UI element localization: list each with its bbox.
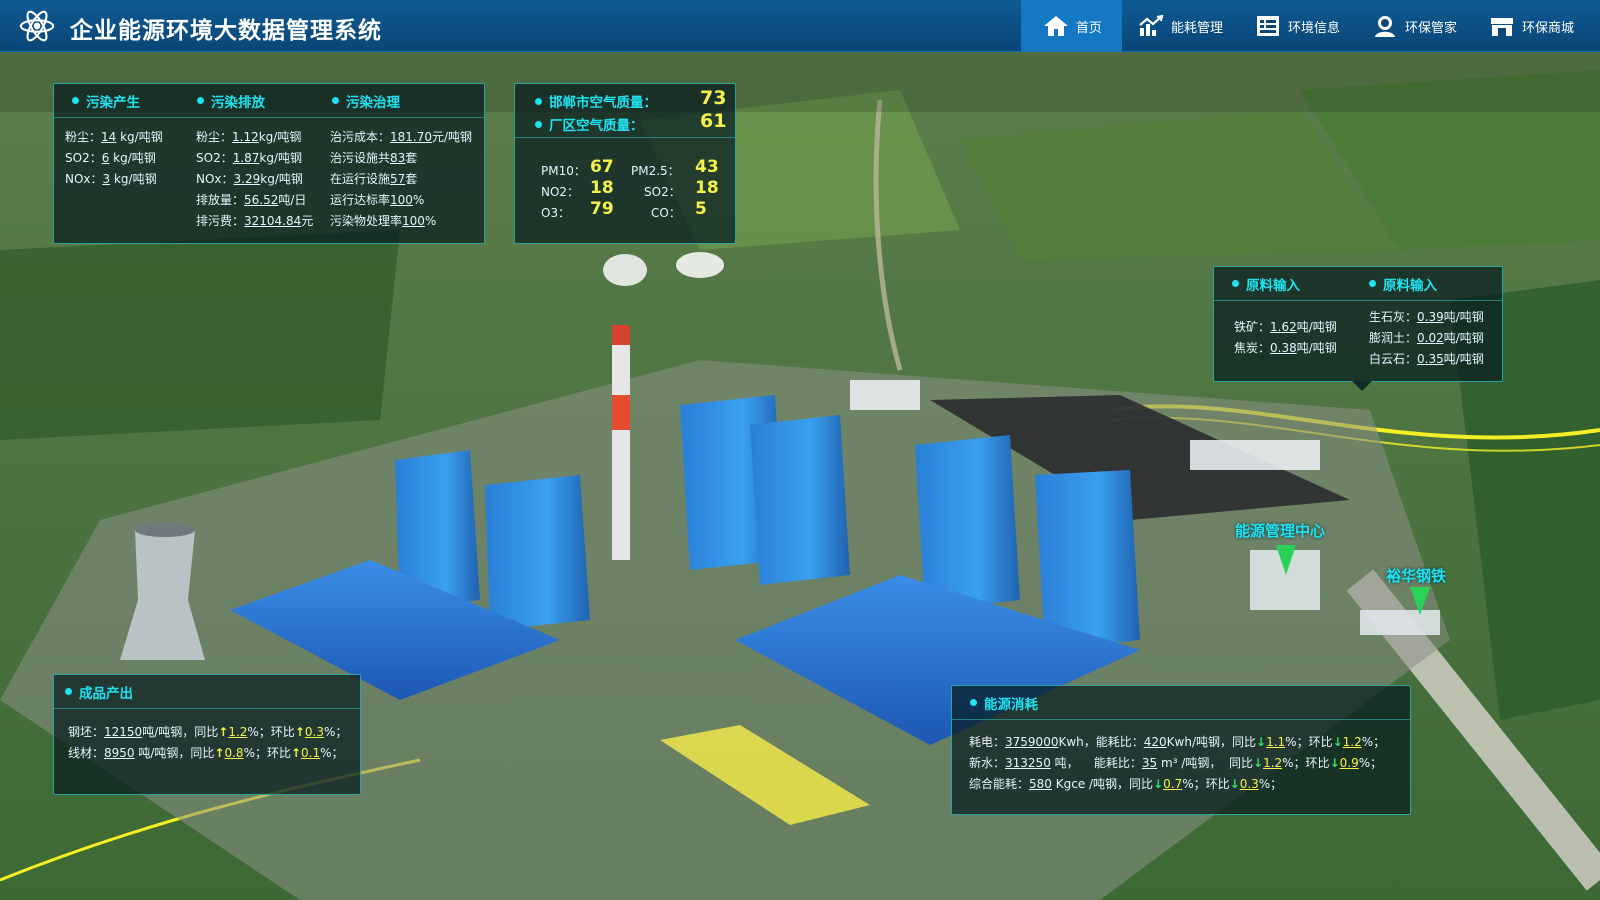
o3-value: 79 (590, 199, 614, 219)
nav-butler-label: 环保管家 (1404, 20, 1457, 36)
so2-value: 18 (695, 178, 719, 198)
product-output-list: 钢坯：12150吨/吨钢，同比↑1.2%；环比↑0.3%； 线材：8950 吨/… (68, 722, 347, 764)
main-nav: 首页 能耗管理 环境信息 环保管家 环保商城 (1020, 0, 1600, 52)
co-value: 5 (695, 199, 707, 219)
emit-row-nox: NOx：3.29kg/吨钢 (196, 172, 303, 186)
raw-row-bentonite: 膨润土：0.02吨/吨钢 (1369, 331, 1484, 345)
bullet-dot-icon (332, 97, 339, 104)
raw-row-coke: 焦炭：0.38吨/吨钢 (1234, 341, 1337, 355)
butler-user-icon (1374, 16, 1395, 37)
energy-consumption-heading: 能源消耗 (970, 693, 1038, 713)
pollution-emit-title: 污染排放 (211, 94, 265, 111)
pollution-treat-heading: 污染治理 (332, 91, 400, 111)
raw-left-list: 铁矿：1.62吨/吨钢 焦炭：0.38吨/吨钢 (1234, 317, 1337, 359)
energy-consumption-list: 耗电：3759000Kwh，能耗比：420Kwh/吨钢，同比↓1.1%；环比↓1… (969, 732, 1385, 795)
nav-energy-label: 能耗管理 (1170, 20, 1223, 36)
pollution-treat-list: 治污成本：181.70元/吨钢 治污设施共83套 在运行设施57套 运行达标率1… (330, 127, 472, 232)
pollution-emit-heading: 污染排放 (197, 91, 332, 111)
city-air-quality-value: 73 (700, 87, 727, 109)
plant-air-quality-label: 厂区空气质量： (535, 114, 644, 134)
produce-row-so2: SO2：6 kg/吨钢 (65, 151, 156, 165)
treat-row-cost: 治污成本：181.70元/吨钢 (330, 130, 473, 144)
air-divider (515, 137, 735, 138)
no2-label: NO2： (541, 185, 580, 199)
pollution-produce-heading: 污染产生 (72, 91, 197, 111)
info-card-icon (1256, 16, 1279, 36)
nav-environment[interactable]: 环境信息 (1239, 0, 1356, 52)
energy-chart-icon (1139, 14, 1164, 36)
home-icon (1043, 16, 1068, 36)
raw-input-heading-right: 原料输入 (1369, 274, 1437, 294)
energy-center-map-label[interactable]: 能源管理中心 (1235, 520, 1325, 541)
bullet-dot-icon (535, 97, 542, 105)
raw-right-list: 生石灰：0.39吨/吨钢 膨润土：0.02吨/吨钢 白云石：0.35吨/吨钢 (1369, 307, 1484, 370)
product-output-heading: 成品产出 (65, 682, 133, 702)
pm10-value: 67 (590, 157, 614, 177)
emit-row-dust: 粉尘：1.12kg/吨钢 (196, 130, 302, 144)
emit-row-fee: 排污费：32104.84元 (196, 214, 314, 228)
so2-label: SO2： (644, 185, 681, 199)
pollution-produce-list: 粉尘：14 kg/吨钢 SO2：6 kg/吨钢 NOx：3 kg/吨钢 (65, 127, 163, 190)
pollution-panel: 污染产生 污染排放 污染治理 粉尘：14 kg/吨钢 SO2：6 kg/吨钢 N… (53, 83, 485, 244)
nav-shop-label: 环保商城 (1521, 20, 1574, 36)
plant-air-quality-value: 61 (700, 110, 727, 132)
panel-pointer-icon (1352, 381, 1372, 391)
produce-row-dust: 粉尘：14 kg/吨钢 (65, 130, 163, 144)
co-label: CO： (651, 206, 681, 220)
bullet-dot-icon (1232, 280, 1239, 287)
energy-row-electricity: 耗电：3759000Kwh，能耗比：420Kwh/吨钢，同比↓1.1%；环比↓1… (969, 735, 1386, 749)
no2-value: 18 (590, 178, 614, 198)
bullet-dot-icon (970, 699, 977, 706)
bullet-dot-icon (197, 97, 204, 104)
nav-home-label: 首页 (1075, 20, 1102, 36)
raw-row-iron-ore: 铁矿：1.62吨/吨钢 (1234, 320, 1337, 334)
nav-energy[interactable]: 能耗管理 (1122, 0, 1239, 52)
top-header: 企业能源环境大数据管理系统 首页 能耗管理 环境信息 环保管家 环保商城 (0, 0, 1600, 52)
treat-row-facilities: 治污设施共83套 (330, 151, 418, 165)
atom-logo-icon (19, 10, 55, 42)
product-row-billet: 钢坯：12150吨/吨钢，同比↑1.2%；环比↑0.3%； (68, 725, 348, 739)
pm10-label: PM10： (541, 164, 586, 178)
pollution-panel-header: 污染产生 污染排放 污染治理 (54, 84, 484, 118)
produce-row-nox: NOx：3 kg/吨钢 (65, 172, 157, 186)
product-output-header: 成品产出 (54, 675, 360, 709)
nav-butler[interactable]: 环保管家 (1356, 0, 1473, 52)
raw-material-panel: 原料输入 原料输入 铁矿：1.62吨/吨钢 焦炭：0.38吨/吨钢 生石灰：0.… (1213, 266, 1503, 391)
emit-row-so2: SO2：1.87kg/吨钢 (196, 151, 303, 165)
energy-row-total: 综合能耗：580 Kgce /吨钢，同比↓0.7%；环比↓0.3%； (969, 777, 1283, 791)
city-air-quality-label: 邯郸市空气质量： (535, 91, 657, 111)
bullet-dot-icon (72, 97, 79, 104)
pm25-value: 43 (695, 157, 719, 177)
raw-input-heading-left: 原料输入 (1232, 274, 1369, 294)
pollution-treat-title: 污染治理 (346, 94, 400, 111)
treat-row-processing: 污染物处理率100% (330, 214, 437, 228)
product-row-wire: 线材：8950 吨/吨钢，同比↑0.8%；环比↑0.1%； (68, 746, 344, 760)
product-output-panel: 成品产出 钢坯：12150吨/吨钢，同比↑1.2%；环比↑0.3%； 线材：89… (53, 674, 361, 795)
raw-row-dolomite: 白云石：0.35吨/吨钢 (1369, 352, 1484, 366)
app-title: 企业能源环境大数据管理系统 (70, 18, 382, 44)
nav-shop[interactable]: 环保商城 (1473, 0, 1600, 52)
treat-row-running: 在运行设施57套 (330, 172, 418, 186)
nav-home[interactable]: 首页 (1020, 0, 1122, 52)
pollution-produce-title: 污染产生 (86, 94, 140, 111)
pm25-label: PM2.5： (631, 164, 680, 178)
bullet-dot-icon (1369, 280, 1376, 287)
shop-icon (1490, 18, 1513, 36)
bullet-dot-icon (535, 120, 542, 128)
raw-row-quicklime: 生石灰：0.39吨/吨钢 (1369, 310, 1484, 324)
energy-consumption-header: 能源消耗 (952, 686, 1410, 720)
nav-environment-label: 环境信息 (1287, 20, 1340, 36)
o3-label: O3： (541, 206, 571, 220)
emit-row-volume: 排放量：56.52吨/日 (196, 193, 307, 207)
energy-row-water: 新水：313250 吨， 能耗比：35 m³ /吨钢， 同比↓1.2%；环比↓0… (969, 756, 1383, 770)
pollution-emit-list: 粉尘：1.12kg/吨钢 SO2：1.87kg/吨钢 NOx：3.29kg/吨钢… (196, 127, 313, 232)
bullet-dot-icon (65, 688, 72, 695)
air-quality-panel: 邯郸市空气质量： 73 厂区空气质量： 61 PM10： 67 PM2.5： 4… (514, 83, 736, 244)
treat-row-compliance: 运行达标率100% (330, 193, 425, 207)
raw-material-header: 原料输入 原料输入 (1214, 267, 1502, 301)
energy-consumption-panel: 能源消耗 耗电：3759000Kwh，能耗比：420Kwh/吨钢，同比↓1.1%… (951, 685, 1411, 815)
company-map-label[interactable]: 裕华钢铁 (1386, 565, 1446, 586)
